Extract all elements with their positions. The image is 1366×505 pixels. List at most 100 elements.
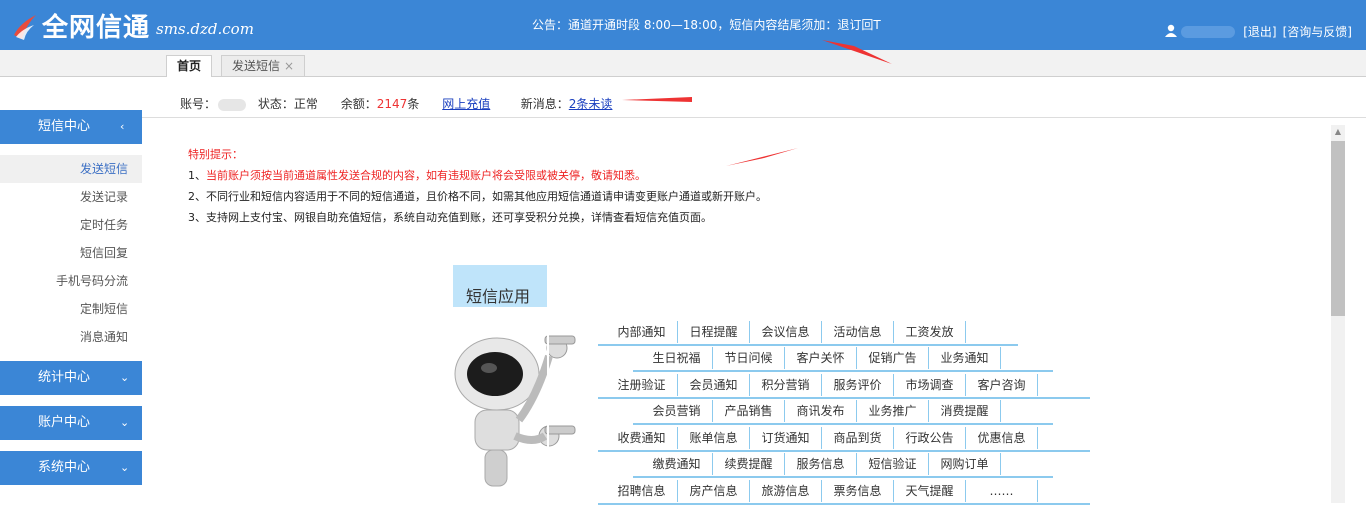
sms-application-tag[interactable]: 服务信息 <box>785 453 857 475</box>
sms-application-tag[interactable]: 网购订单 <box>929 453 1001 475</box>
balance-label: 余额： <box>340 97 377 111</box>
sms-application-tag[interactable]: 客户关怀 <box>785 347 857 369</box>
sms-application-tag[interactable]: 会议信息 <box>750 321 822 343</box>
chevron-down-icon: ⌄ <box>120 371 130 384</box>
sidebar: 短信中心 ‹ 发送短信 发送记录 定时任务 短信回复 手机号码分流 定制短信 消… <box>0 77 142 503</box>
menu-account-center[interactable]: 账户中心 ⌄ <box>0 406 142 440</box>
sms-application-tag[interactable]: 行政公告 <box>894 427 966 449</box>
menu-sms-center[interactable]: 短信中心 ‹ <box>0 110 142 144</box>
sms-application-tag[interactable]: 房产信息 <box>678 480 750 502</box>
chevron-down-icon: ⌄ <box>120 461 130 474</box>
sms-application-tag[interactable]: 工资发放 <box>894 321 966 343</box>
sidebar-item-scheduled-tasks[interactable]: 定时任务 <box>0 211 142 239</box>
tag-row-line <box>598 344 1018 346</box>
annotation-arrow-icon <box>726 148 798 166</box>
sms-application-tag[interactable]: 产品销售 <box>713 400 785 422</box>
menu-stats-center-label: 统计中心 <box>38 370 91 385</box>
status-value: 正常 <box>293 97 318 111</box>
annotation-arrow-icon <box>822 40 892 64</box>
username-blurred <box>1181 25 1236 38</box>
notice-heading: 特别提示： <box>188 148 243 161</box>
consult-feedback-link[interactable]: [咨询与反馈] <box>1283 23 1352 40</box>
sms-application-tag[interactable]: 旅游信息 <box>750 480 822 502</box>
sms-application-tag[interactable]: 日程提醒 <box>678 321 750 343</box>
sms-application-tag[interactable]: 账单信息 <box>678 427 750 449</box>
sms-application-tag[interactable]: 市场调查 <box>894 374 966 396</box>
chevron-left-icon: ‹ <box>120 120 125 133</box>
menu-system-center[interactable]: 系统中心 ⌄ <box>0 451 142 485</box>
sms-application-tag[interactable]: 消费提醒 <box>929 400 1001 422</box>
account-info-bar: 账号： 状态：正常 余额：2147条 网上充值 新消息：2条未读 <box>180 95 612 112</box>
tab-home[interactable]: 首页 <box>166 55 213 77</box>
sidebar-item-sms-replies[interactable]: 短信回复 <box>0 239 142 267</box>
unread-messages-link[interactable]: 2条未读 <box>569 97 613 111</box>
tag-row-line <box>598 450 1090 452</box>
special-notice: 特别提示： 1、当前账户须按当前通道属性发送合规的内容，如有违规账户将会受限或被… <box>188 144 767 228</box>
sidebar-item-custom-sms[interactable]: 定制短信 <box>0 295 142 323</box>
sms-application-tag[interactable]: 商品到货 <box>822 427 894 449</box>
sidebar-item-label: 发送短信 <box>79 162 128 176</box>
sidebar-item-send-records[interactable]: 发送记录 <box>0 183 142 211</box>
new-message-label: 新消息： <box>520 97 569 111</box>
logout-link[interactable]: [退出] <box>1243 23 1276 40</box>
sms-application-tag[interactable]: 活动信息 <box>822 321 894 343</box>
sms-application-tag[interactable]: 业务推广 <box>857 400 929 422</box>
sidebar-item-label: 短信回复 <box>79 246 128 260</box>
sms-application-tag[interactable]: 天气提醒 <box>894 480 966 502</box>
scrollbar-thumb[interactable] <box>1331 141 1345 316</box>
sidebar-item-notifications[interactable]: 消息通知 <box>0 323 142 351</box>
notice-line1-prefix: 1、 <box>188 169 206 182</box>
sms-application-tag[interactable]: 内部通知 <box>606 321 678 343</box>
sms-application-tag[interactable]: …… <box>966 480 1038 502</box>
sms-application-tag[interactable]: 注册验证 <box>606 374 678 396</box>
sms-application-tag[interactable]: 优惠信息 <box>966 427 1038 449</box>
logo-swoosh-icon <box>12 11 38 40</box>
sms-application-tag[interactable]: 节日问候 <box>713 347 785 369</box>
sms-application-tag[interactable]: 商讯发布 <box>785 400 857 422</box>
sms-application-title-text: 短信应用 <box>466 287 531 306</box>
sidebar-item-number-split[interactable]: 手机号码分流 <box>0 267 142 295</box>
sms-application-tag[interactable]: 积分营销 <box>750 374 822 396</box>
sidebar-item-label: 发送记录 <box>79 190 128 204</box>
sidebar-item-label: 消息通知 <box>79 330 128 344</box>
top-bar: 全网信通 sms.dzd.com 公告：通道开通时段 8:00—18:00，短信… <box>0 0 1366 50</box>
sms-application-tag[interactable]: 续费提醒 <box>713 453 785 475</box>
notice-line2: 2、不同行业和短信内容适用于不同的短信通道，且价格不同，如需其他应用短信通道请申… <box>188 190 767 203</box>
user-icon <box>1165 24 1178 40</box>
sms-application-tag[interactable]: 生日祝福 <box>641 347 713 369</box>
notice-line3: 3、支持网上支付宝、网银自助充值短信，系统自动充值到账，还可享受积分兑换，详情查… <box>188 211 712 224</box>
balance-value: 2147 <box>376 97 408 111</box>
sms-application-tag[interactable]: 业务通知 <box>929 347 1001 369</box>
account-label: 账号： <box>180 97 217 111</box>
sms-application-title: 短信应用 <box>453 265 547 307</box>
notice-line1: 当前账户须按当前通道属性发送合规的内容，如有违规账户将会受限或被关停，敬请知悉。 <box>206 169 646 182</box>
tab-send-sms[interactable]: 发送短信 × <box>221 55 306 76</box>
sms-application-tag[interactable]: 服务评价 <box>822 374 894 396</box>
sidebar-item-send-sms[interactable]: 发送短信 <box>0 155 142 183</box>
chevron-down-icon: ⌄ <box>120 416 130 429</box>
logo[interactable]: 全网信通 sms.dzd.com <box>12 8 254 43</box>
logo-text: 全网信通 <box>42 12 151 43</box>
recharge-link[interactable]: 网上充值 <box>442 97 490 111</box>
tag-row-line <box>633 476 1053 478</box>
sms-application-tag[interactable]: 促销广告 <box>857 347 929 369</box>
user-bar: [退出] [咨询与反馈] <box>1165 23 1352 40</box>
sms-application-tag[interactable]: 客户咨询 <box>966 374 1038 396</box>
divider <box>142 117 1366 118</box>
sms-application-tag[interactable]: 招聘信息 <box>606 480 678 502</box>
sms-application-tag[interactable]: 缴费通知 <box>641 453 713 475</box>
sms-application-tag[interactable]: 收费通知 <box>606 427 678 449</box>
balance-unit: 条 <box>407 97 420 111</box>
menu-sms-center-label: 短信中心 <box>38 119 91 134</box>
menu-stats-center[interactable]: 统计中心 ⌄ <box>0 361 142 395</box>
sms-application-tag[interactable]: 订货通知 <box>750 427 822 449</box>
sms-application-tag[interactable]: 会员营销 <box>641 400 713 422</box>
tag-row-line <box>633 370 1053 372</box>
tag-row-line <box>633 423 1053 425</box>
scroll-up-arrow-icon[interactable]: ▲ <box>1331 125 1345 139</box>
sms-application-tag[interactable]: 票务信息 <box>822 480 894 502</box>
close-icon[interactable]: × <box>284 59 294 73</box>
sms-application-tag[interactable]: 会员通知 <box>678 374 750 396</box>
announcement: 公告：通道开通时段 8:00—18:00，短信内容结尾须加：退订回T <box>532 18 881 32</box>
sms-application-tag[interactable]: 短信验证 <box>857 453 929 475</box>
